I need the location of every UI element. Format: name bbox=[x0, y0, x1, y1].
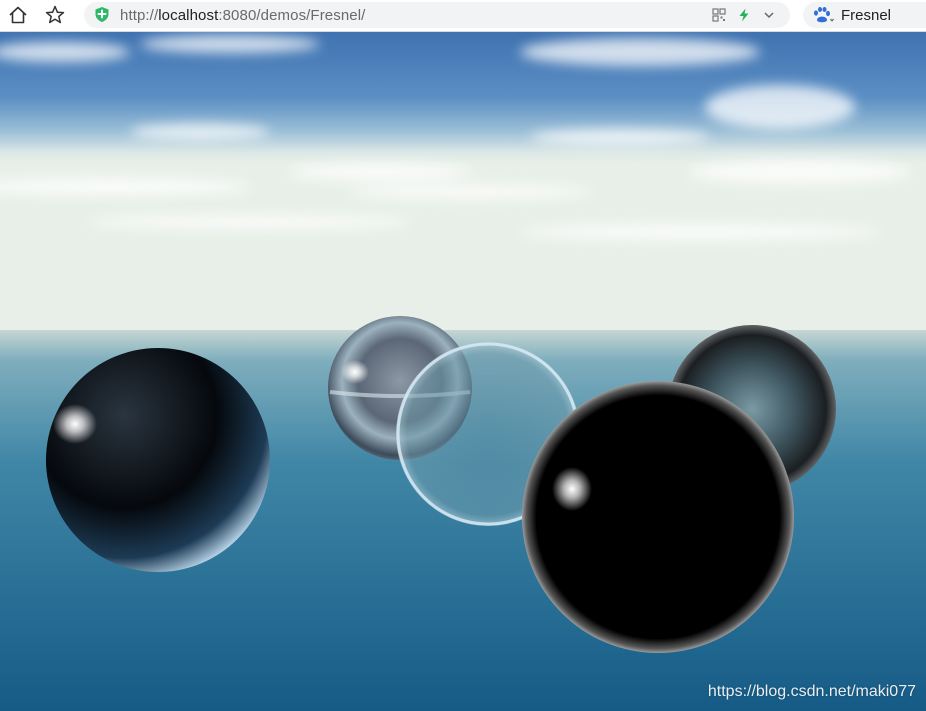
home-icon[interactable] bbox=[7, 4, 29, 26]
browser-toolbar: http://localhost:8080/demos/Fresnel/ Fre… bbox=[0, 0, 926, 32]
address-bar[interactable]: http://localhost:8080/demos/Fresnel/ bbox=[84, 2, 790, 28]
qr-code-icon[interactable] bbox=[712, 8, 726, 22]
url-text[interactable]: http://localhost:8080/demos/Fresnel/ bbox=[120, 7, 365, 24]
lightning-icon[interactable] bbox=[737, 8, 751, 22]
webgl-canvas[interactable]: https://blog.csdn.net/maki077 bbox=[0, 32, 926, 711]
url-host: localhost bbox=[158, 7, 219, 24]
fresnel-scene bbox=[0, 32, 926, 711]
sphere-dark-reflective bbox=[46, 348, 270, 572]
url-scheme: http:// bbox=[120, 7, 159, 24]
baidu-paw-icon[interactable] bbox=[811, 6, 835, 24]
watermark-text: https://blog.csdn.net/maki077 bbox=[707, 683, 916, 700]
star-icon[interactable] bbox=[44, 4, 66, 26]
search-engine-label[interactable]: Fresnel bbox=[841, 7, 891, 24]
shield-check-icon[interactable] bbox=[94, 6, 110, 23]
url-path: :8080/demos/Fresnel/ bbox=[218, 7, 366, 24]
sphere-black-rim bbox=[522, 381, 794, 653]
chevron-down-icon[interactable] bbox=[762, 8, 776, 22]
search-box[interactable]: Fresnel bbox=[803, 2, 926, 28]
